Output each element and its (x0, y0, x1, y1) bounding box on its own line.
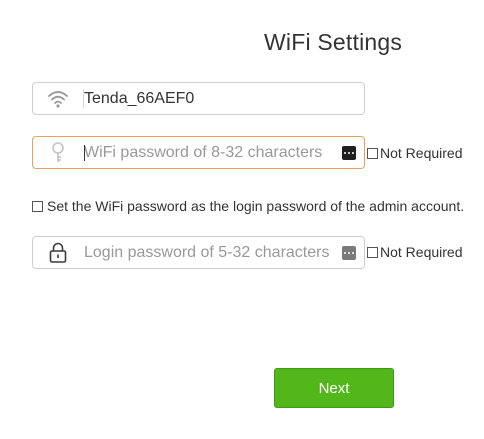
show-password-icon[interactable] (342, 146, 356, 160)
login-password-field[interactable] (32, 236, 365, 269)
wifi-not-required-label: Not Required (380, 145, 463, 161)
same-as-login-option[interactable]: Set the WiFi password as the login passw… (32, 198, 464, 214)
wifi-not-required-checkbox[interactable] (367, 147, 378, 159)
same-as-login-checkbox[interactable] (32, 200, 43, 212)
login-not-required-label: Not Required (380, 244, 463, 260)
key-icon (33, 137, 83, 168)
wifi-password-input[interactable] (84, 138, 336, 167)
login-password-input[interactable] (84, 238, 336, 267)
next-button[interactable]: Next (274, 368, 394, 408)
login-not-required-option[interactable]: Not Required (367, 244, 463, 260)
wifi-not-required-option[interactable]: Not Required (367, 145, 463, 161)
same-as-login-label: Set the WiFi password as the login passw… (47, 198, 465, 214)
show-password-icon[interactable] (342, 246, 356, 260)
ssid-field[interactable]: Tenda_66AEF0 (32, 82, 365, 115)
text-caret (84, 145, 85, 161)
lock-icon (33, 237, 83, 268)
ssid-value[interactable]: Tenda_66AEF0 (84, 83, 336, 114)
page-title: WiFi Settings (264, 29, 403, 55)
login-not-required-checkbox[interactable] (367, 246, 378, 258)
wifi-password-field[interactable] (32, 136, 365, 169)
wifi-icon (33, 83, 83, 114)
